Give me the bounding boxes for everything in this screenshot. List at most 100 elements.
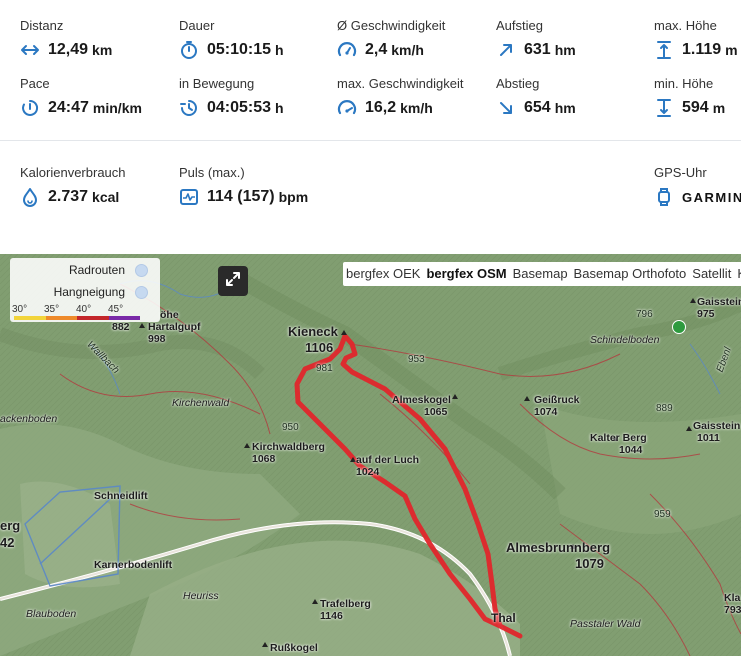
layer-tab-satellit[interactable]: Satellit [689, 262, 734, 286]
stat-calories: Kalorienverbrauch 2.737 kcal [20, 165, 180, 207]
toggle-dot-icon[interactable] [135, 263, 148, 277]
stat-gps-device: GPS-Uhr GARMIN [654, 165, 741, 207]
slope-color-segment [45, 316, 77, 320]
stat-unit: bpm [278, 189, 309, 205]
map-label-hohe: öhe [160, 309, 179, 321]
stat-max-speed: max. Geschwindigkeit 16,2 km/h [337, 76, 497, 118]
map-label-auf-der-luch: auf der Luch [356, 454, 420, 466]
slope-step-label: 45° [108, 304, 124, 315]
stat-unit: h [275, 100, 284, 116]
summit-marker [262, 642, 268, 647]
layer-tab-bergfex-osm[interactable]: bergfex OSM [423, 262, 509, 286]
map-label-elevation: 793 [724, 604, 741, 616]
layer-tab-k[interactable]: K [734, 262, 741, 286]
stat-label: min. Höhe [654, 76, 714, 91]
stat-value: 2.737 [48, 188, 89, 205]
route-map[interactable]: Kieneck 1106 981 953 Almeskogel 1065 Gei… [0, 254, 741, 656]
stat-value: 12,49 [48, 41, 89, 58]
stat-label: Dauer [179, 18, 215, 33]
stat-value: 114 (157) [207, 188, 275, 205]
stat-label: Distanz [20, 18, 64, 33]
map-label-elevation: 796 [636, 309, 653, 320]
stat-ascent: Aufstieg 631 hm [496, 18, 656, 60]
legend-label: Hangneigung [53, 285, 125, 299]
watch-icon [654, 187, 674, 207]
stat-unit: hm [554, 100, 576, 116]
map-label-elevation: 889 [656, 403, 673, 414]
stat-duration: Dauer 05:10:15 h [179, 18, 339, 60]
map-label-russkogel: Rußkogel [270, 642, 318, 654]
layer-tab-bergfex-oek[interactable]: bergfex OEK [343, 262, 423, 286]
summit-marker [312, 599, 318, 604]
map-label-passtaler-wald: Passtaler Wald [570, 618, 641, 630]
map-label-hartalgupf: Hartalgupf [148, 321, 201, 333]
distance-arrows-icon [20, 40, 40, 60]
height-max-icon [654, 40, 674, 60]
stat-label: Pace [20, 76, 50, 91]
map-label-kla: Kla [724, 592, 741, 604]
stat-value: 24:47 [48, 99, 89, 116]
summit-marker [686, 426, 692, 431]
stat-label: Abstieg [496, 76, 540, 91]
stopwatch-icon [179, 40, 199, 60]
stat-label: Ø Geschwindigkeit [337, 18, 446, 33]
map-label-elevation: 953 [408, 354, 425, 365]
activity-stats-panel: Distanz 12,49 km Dauer 05:10:15 h Ø Gesc… [0, 0, 741, 232]
map-label-kirchenwald: Kirchenwald [172, 397, 230, 409]
stat-unit: kcal [92, 189, 120, 205]
legend-cycle-routes[interactable]: Radrouten [69, 263, 148, 277]
stat-value: 631 [524, 41, 551, 58]
summit-marker [341, 330, 347, 335]
stat-descent: Abstieg 654 hm [496, 76, 656, 118]
map-label-karnerbodenlift: Karnerbodenlift [94, 559, 173, 571]
pace-timer-icon [20, 98, 40, 118]
legend-label: Radrouten [68, 263, 125, 277]
map-label-elevation: 981 [316, 363, 333, 374]
map-label-ackenboden: ackenboden [0, 413, 58, 425]
stat-unit: m [712, 100, 726, 116]
map-label-elevation: 882 [112, 321, 130, 333]
legend-slope[interactable]: Hangneigung [54, 285, 148, 299]
poi-marker-icon[interactable] [672, 320, 686, 334]
arrow-up-right-icon [496, 40, 516, 60]
expand-arrows-icon [224, 270, 242, 293]
map-label-elevation: 1146 [320, 610, 343, 622]
map-label-elevation: 1106 [305, 340, 334, 355]
stat-label: Puls (max.) [179, 165, 245, 180]
map-label-trafelberg: Trafelberg [320, 598, 371, 610]
garmin-logo: GARMIN [682, 189, 741, 205]
stat-label: GPS-Uhr [654, 165, 707, 180]
stat-label: max. Höhe [654, 18, 717, 33]
map-label-gaisstein: Gaisstein [693, 420, 741, 432]
map-label-almeskogel: Almeskogel [392, 394, 451, 406]
speedometer-icon [337, 40, 357, 60]
map-layer-switcher: bergfex OEK bergfex OSM Basemap Basemap … [343, 262, 741, 286]
map-label-elevation: 1074 [534, 406, 558, 418]
slope-color-segment [14, 316, 46, 320]
stat-value: 04:05:53 [207, 99, 272, 116]
fullscreen-button[interactable] [218, 266, 248, 296]
stat-pace: Pace 24:47 min/km [20, 76, 180, 118]
summit-marker [690, 298, 696, 303]
summit-marker [244, 443, 250, 448]
toggle-dot-icon[interactable] [135, 285, 148, 299]
stat-value: 654 [524, 99, 551, 116]
map-label-elevation: 959 [654, 509, 671, 520]
slope-color-bar [14, 316, 140, 320]
height-min-icon [654, 98, 674, 118]
stat-unit: km/h [400, 100, 433, 116]
layer-tab-basemap-orthofoto[interactable]: Basemap Orthofoto [571, 262, 690, 286]
map-label-thal: Thal [491, 611, 516, 625]
map-label-gaisstein: Gaisstein [697, 296, 741, 308]
stat-unit: km/h [391, 42, 424, 58]
map-label-elevation: 1044 [619, 444, 643, 456]
stat-label: Kalorienverbrauch [20, 165, 126, 180]
layer-tab-basemap[interactable]: Basemap [510, 262, 571, 286]
map-label-elevation: 1024 [356, 466, 380, 478]
stat-moving-time: in Bewegung 04:05:53 h [179, 76, 339, 118]
stat-unit: m [725, 42, 738, 58]
stat-distance: Distanz 12,49 km [20, 18, 180, 60]
map-legend: Radrouten Hangneigung 30° 35° 40° 45° [10, 258, 160, 322]
stat-value: 594 [682, 99, 709, 116]
map-label-schindelboden: Schindelboden [590, 334, 660, 346]
